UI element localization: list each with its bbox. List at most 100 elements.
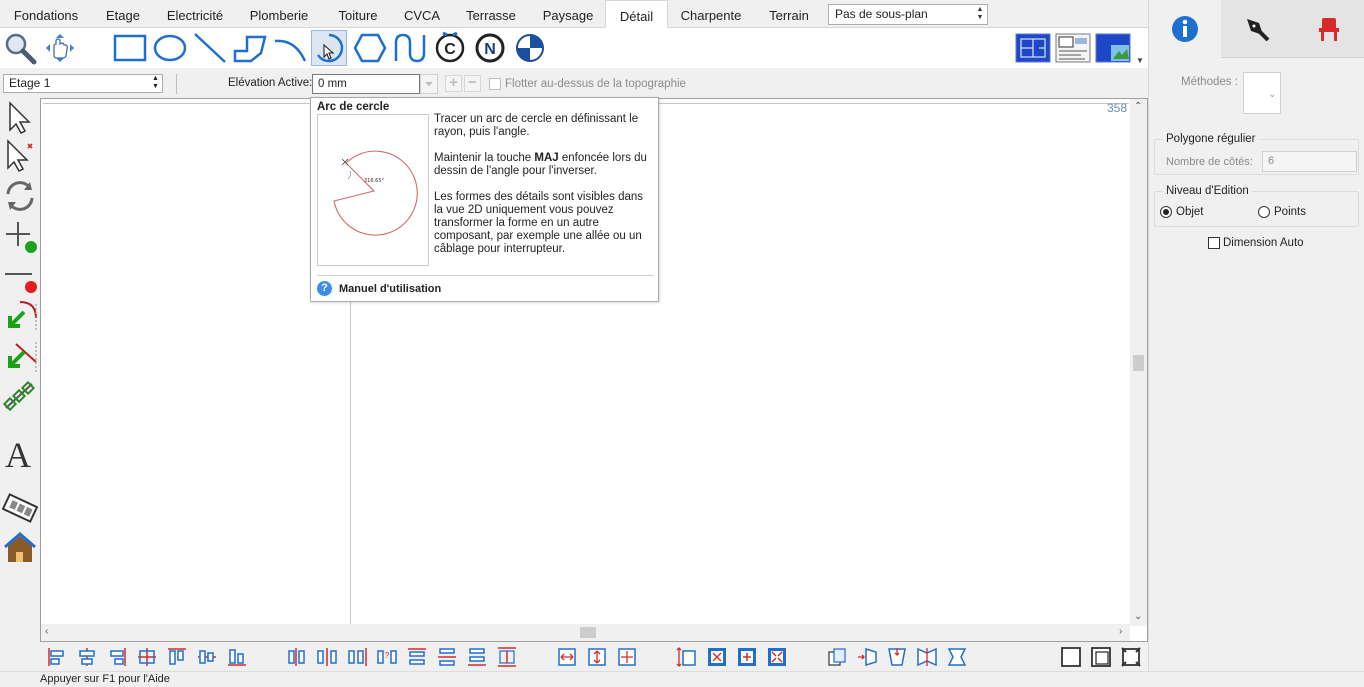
chain-icon[interactable] (2, 378, 38, 416)
distribute-top-icon[interactable] (406, 646, 428, 668)
distribute-vertical-icon[interactable] (496, 646, 518, 668)
3d-view-icon[interactable] (1094, 30, 1132, 66)
distribute-bottom-icon[interactable] (466, 646, 488, 668)
scroll-up-icon[interactable]: ⌃ (1134, 101, 1142, 112)
methods-select[interactable]: ⌄ (1243, 72, 1281, 114)
tab-cvca[interactable]: CVCA (394, 0, 450, 28)
house-icon[interactable] (2, 530, 38, 568)
tab-etage[interactable]: Etage (92, 0, 154, 28)
auto-dimension-checkbox[interactable] (1208, 237, 1220, 249)
expand-icon[interactable] (736, 646, 758, 668)
fit-icon[interactable] (706, 646, 728, 668)
same-size-icon[interactable] (616, 646, 638, 668)
horizontal-scrollbar[interactable]: ‹ › (41, 624, 1130, 641)
plus-button[interactable]: + (445, 75, 462, 92)
frame-corners-icon[interactable] (1120, 646, 1142, 668)
pan-hand-icon[interactable] (42, 30, 78, 66)
polyline-icon[interactable] (232, 30, 268, 66)
user-manual-link[interactable]: Manuel d'utilisation (339, 283, 441, 295)
options-bar: Etage 1 ▲ ▼ Elévation Active: 0 mm + − Fl… (0, 70, 1148, 98)
svg-text:N: N (484, 41, 496, 58)
reflect-top-icon[interactable] (886, 646, 908, 668)
reflect-center-icon[interactable] (916, 646, 938, 668)
tab-chair[interactable] (1293, 0, 1364, 58)
status-text: Appuyer sur F1 pour l'Aide (40, 673, 170, 685)
elevation-input[interactable]: 0 mm (312, 74, 420, 94)
align-right-icon[interactable] (106, 646, 128, 668)
circle-icon[interactable] (152, 30, 188, 66)
rotate-icon[interactable] (2, 178, 38, 216)
line-icon[interactable] (192, 30, 228, 66)
tab-pen[interactable] (1221, 0, 1293, 58)
tab-charpente[interactable]: Charpente (668, 0, 754, 28)
align-top-icon[interactable] (166, 646, 188, 668)
same-height-icon[interactable] (586, 646, 608, 668)
align-middle-icon[interactable] (196, 646, 218, 668)
methods-label: Méthodes : (1181, 76, 1238, 88)
vertical-scroll-thumb[interactable] (1133, 355, 1144, 371)
minus-button[interactable]: − (464, 75, 481, 92)
tab-terrain[interactable]: Terrain (754, 0, 824, 28)
add-point-icon[interactable] (2, 218, 38, 256)
target-icon[interactable] (512, 30, 548, 66)
subplan-select[interactable]: Pas de sous-plan ▲ ▼ (828, 4, 988, 25)
same-width-icon[interactable] (556, 646, 578, 668)
floor-select[interactable]: Etage 1 ▲ ▼ (3, 74, 163, 93)
sides-input[interactable]: 6 (1262, 151, 1357, 172)
text-icon[interactable]: A (2, 434, 38, 480)
stretch-vertical-icon[interactable] (676, 646, 698, 668)
align-left-icon[interactable] (46, 646, 68, 668)
reflect-left-icon[interactable] (856, 646, 878, 668)
copyright-icon[interactable]: C (432, 30, 468, 66)
tab-detail[interactable]: Détail (605, 0, 668, 28)
scroll-right-icon[interactable]: › (1119, 626, 1122, 637)
delete-point-icon[interactable] (2, 258, 38, 296)
horizontal-scroll-thumb[interactable] (580, 627, 596, 638)
distribute-center-icon[interactable] (316, 646, 338, 668)
float-topography-checkbox[interactable] (489, 78, 501, 90)
film-strip-icon[interactable] (1, 490, 39, 528)
arc-icon[interactable] (272, 30, 308, 66)
curve-icon[interactable] (392, 30, 428, 66)
tab-fondations[interactable]: Fondations (0, 0, 92, 28)
north-icon[interactable]: N (472, 30, 508, 66)
radio-object[interactable] (1160, 206, 1172, 218)
elevation-label: Elévation Active: (228, 77, 313, 89)
tab-terrasse[interactable]: Terrasse (450, 0, 532, 28)
align-both-center-icon[interactable] (136, 646, 158, 668)
tab-paysage[interactable]: Paysage (532, 0, 604, 28)
distribute-right-icon[interactable] (346, 646, 368, 668)
distribute-left-icon[interactable] (286, 646, 308, 668)
radio-points[interactable] (1258, 206, 1270, 218)
rectangle-icon[interactable] (112, 30, 148, 66)
reflect-bottom-icon[interactable] (946, 646, 968, 668)
frame-icon[interactable] (1060, 646, 1082, 668)
hexagon-icon[interactable] (352, 30, 388, 66)
tab-toiture[interactable]: Toiture (322, 0, 394, 28)
break-line-icon[interactable] (2, 338, 38, 376)
frame-inner-icon[interactable] (1090, 646, 1112, 668)
magnifier-icon[interactable] (2, 30, 38, 66)
tab-electricite[interactable]: Electricité (154, 0, 236, 28)
scroll-down-icon[interactable]: ⌄ (1134, 611, 1142, 622)
align-center-icon[interactable] (76, 646, 98, 668)
distribute-horizontal-icon[interactable]: ? (376, 646, 398, 668)
scroll-left-icon[interactable]: ‹ (45, 626, 48, 637)
shrink-icon[interactable] (766, 646, 788, 668)
edit-level-title: Niveau d'Edition (1163, 185, 1252, 197)
toolbar-overflow-icon[interactable]: ▼ (1136, 56, 1144, 65)
select-arrow-icon[interactable] (2, 100, 38, 138)
vertical-scrollbar[interactable]: ⌃ ⌄ (1130, 99, 1147, 626)
layout-view-icon[interactable] (1054, 30, 1092, 66)
align-bottom-icon[interactable] (226, 646, 248, 668)
select-group-arrow-icon[interactable] (2, 138, 38, 176)
copy-page-icon[interactable] (826, 646, 848, 668)
arc-circle-icon[interactable] (311, 30, 347, 66)
elevation-dropdown-button[interactable] (420, 74, 438, 94)
break-arc-icon[interactable] (2, 298, 38, 336)
floor-plan-view-icon[interactable] (1014, 30, 1052, 66)
distribute-middle-icon[interactable] (436, 646, 458, 668)
tab-info[interactable] (1149, 0, 1221, 58)
help-icon[interactable]: ? (317, 281, 332, 296)
tab-plomberie[interactable]: Plomberie (236, 0, 322, 28)
